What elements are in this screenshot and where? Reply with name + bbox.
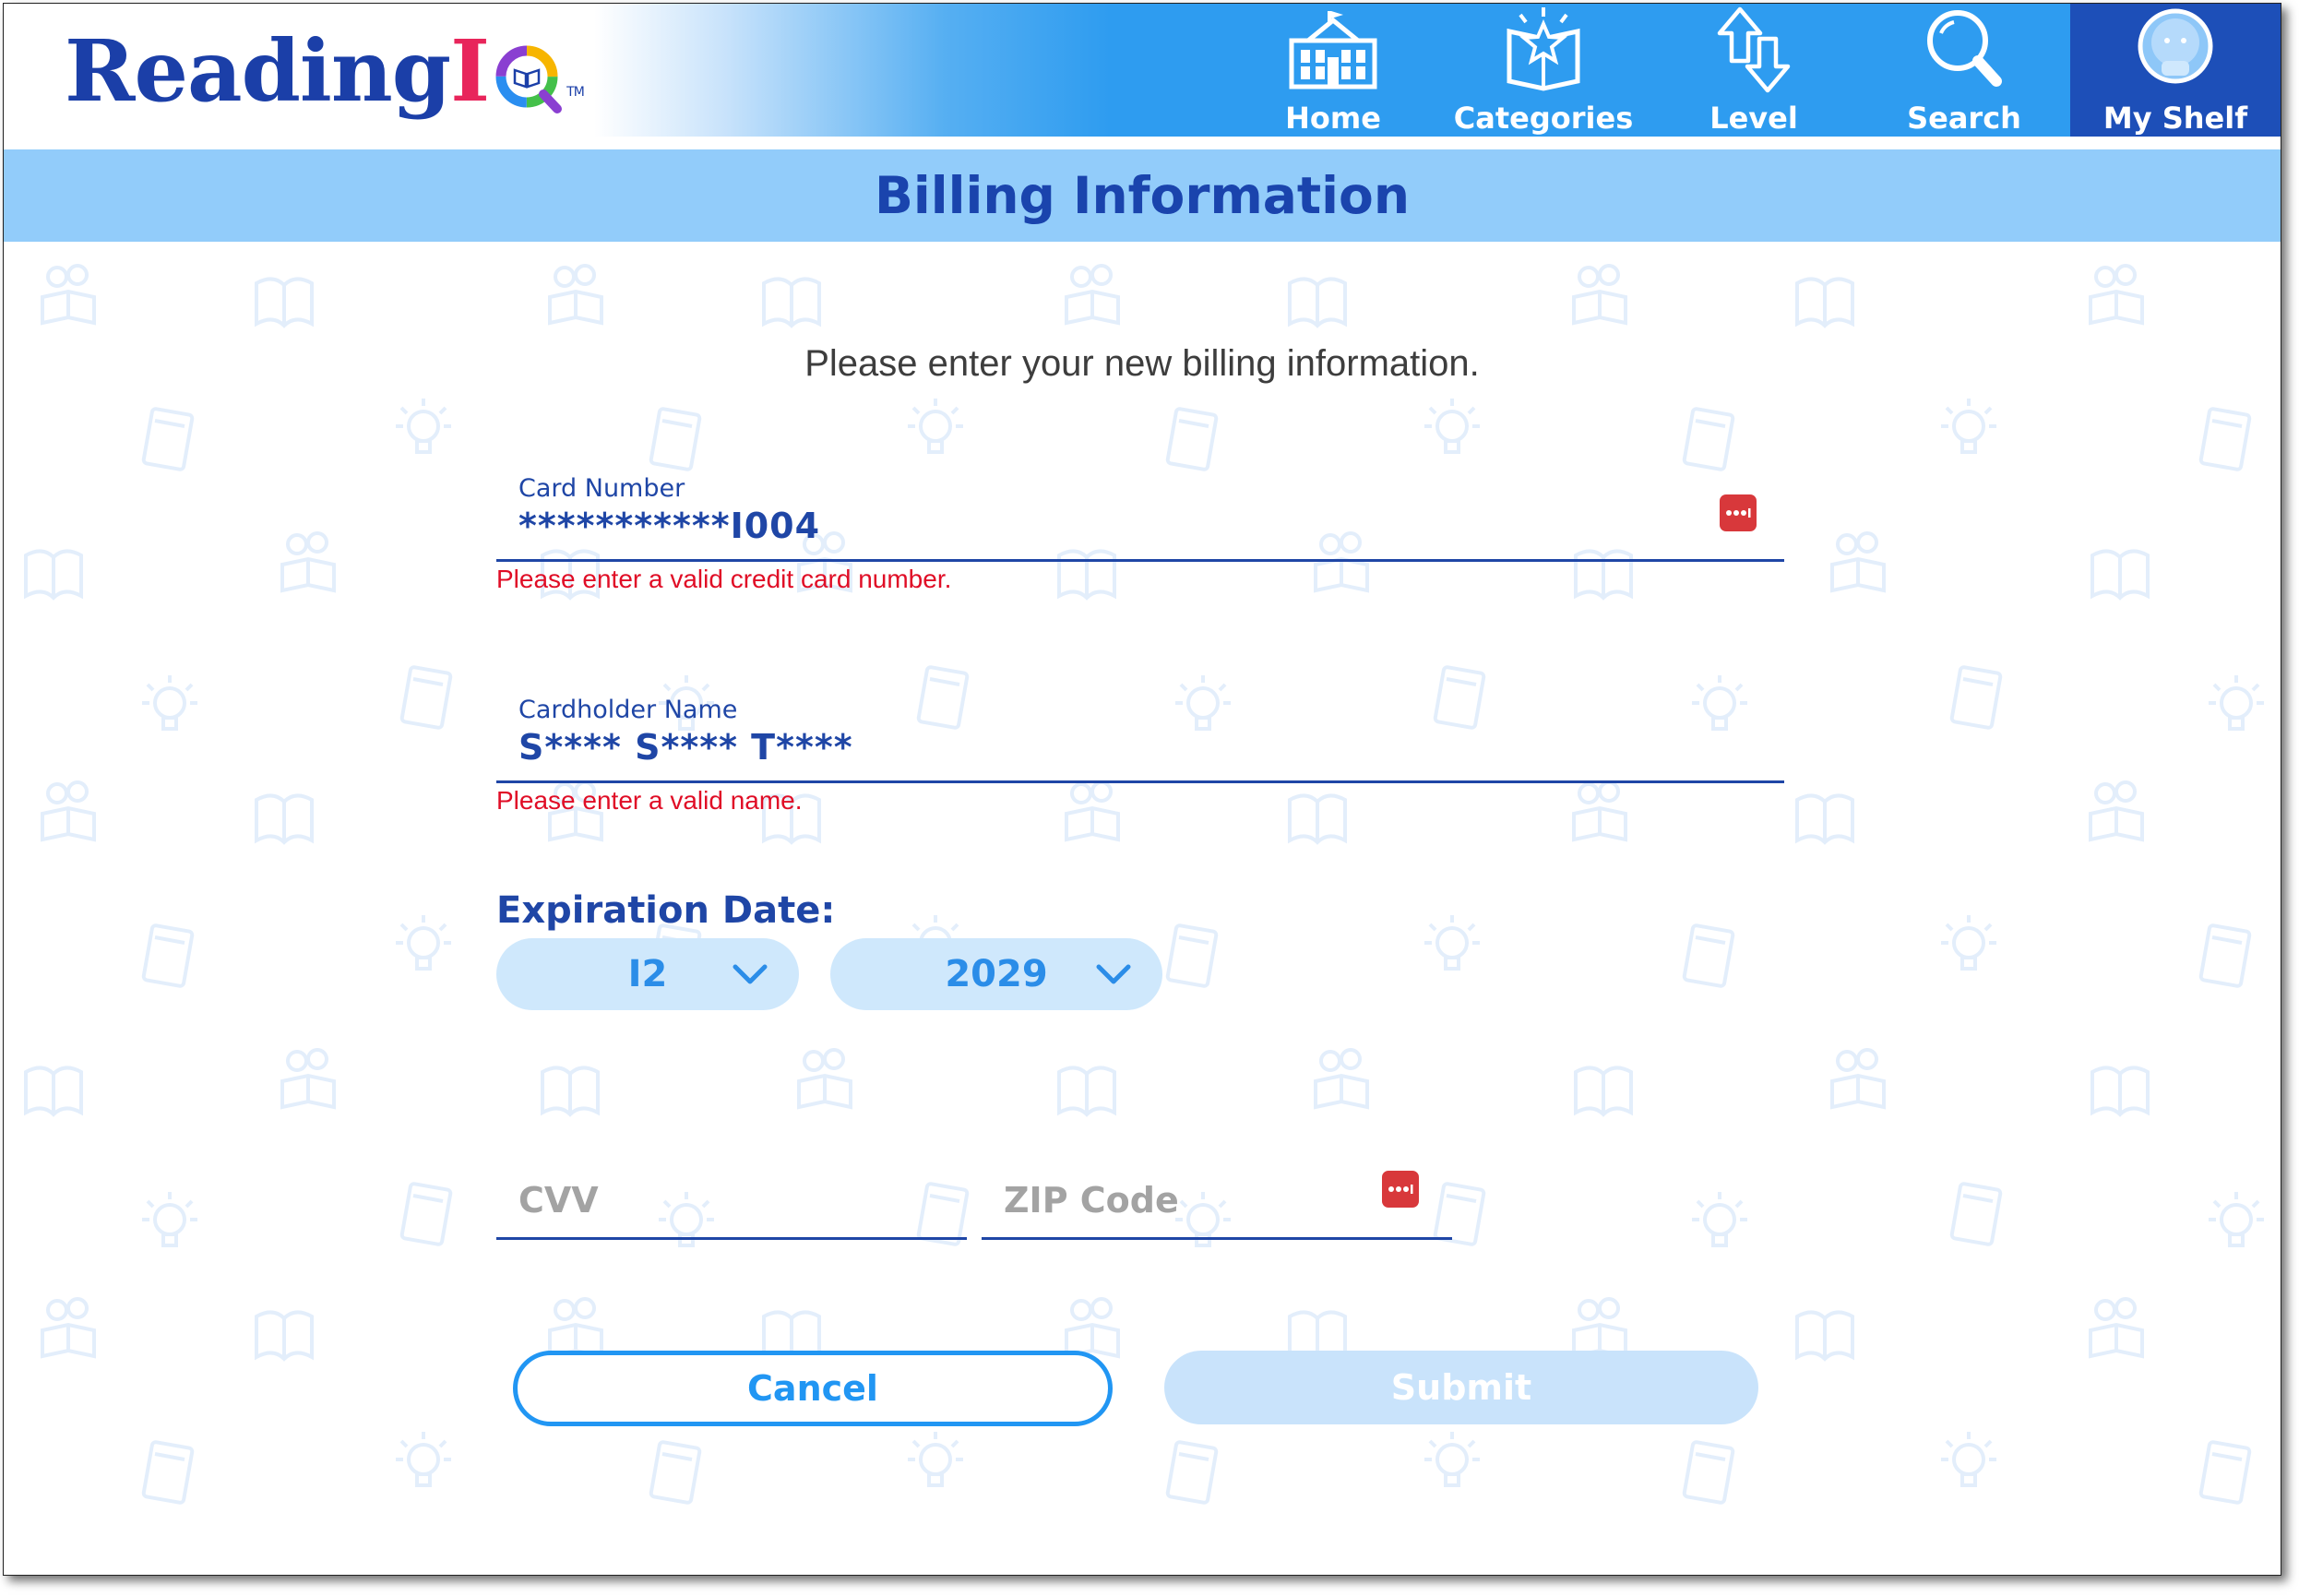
submit-button[interactable]: Submit	[1164, 1351, 1758, 1424]
magnifier-icon	[1913, 6, 2015, 99]
page-title: Billing Information	[875, 166, 1410, 225]
nav-my-shelf[interactable]: My Shelf	[2070, 4, 2281, 137]
card-number-error: Please enter a valid credit card number.	[496, 565, 952, 593]
password-manager-key-icon[interactable]	[1382, 1171, 1419, 1208]
cardholder-name-error: Please enter a valid name.	[496, 786, 803, 815]
expiration-month-select[interactable]: I2	[496, 938, 799, 1010]
logo-letter-i: I	[450, 21, 490, 121]
cardholder-name-value: S**** S**** T****	[518, 727, 853, 768]
avatar-icon	[2125, 6, 2226, 99]
chevron-down-icon	[733, 964, 768, 989]
cancel-button[interactable]: Cancel	[513, 1351, 1113, 1426]
nav-level-label: Level	[1709, 101, 1798, 136]
up-down-arrows-icon	[1703, 6, 1805, 99]
header-spacer	[4, 137, 2281, 149]
nav-level[interactable]: Level	[1649, 4, 1859, 137]
page-title-band: Billing Information	[4, 149, 2281, 242]
logo-q-ring-icon	[493, 35, 565, 113]
reading-iq-logo[interactable]: Reading I TM	[65, 20, 585, 122]
expiration-year-select[interactable]: 2029	[830, 938, 1162, 1010]
nav-categories-label: Categories	[1453, 101, 1634, 136]
password-manager-key-icon[interactable]	[1720, 494, 1757, 531]
nav-search-label: Search	[1907, 101, 2021, 136]
card-number-value: ***********I004	[518, 506, 821, 546]
logo-word-reading: Reading	[65, 21, 451, 121]
top-navigation-bar: Reading I TM Home Categories Level Searc…	[4, 4, 2281, 137]
cardholder-name-label: Cardholder Name	[518, 696, 738, 724]
cvv-placeholder: CVV	[518, 1180, 599, 1221]
star-book-icon	[1493, 6, 1594, 99]
zip-code-input[interactable]: ZIP Code	[982, 1161, 1452, 1240]
school-building-icon	[1282, 6, 1384, 99]
expiration-year-value: 2029	[945, 953, 1048, 995]
nav-home-label: Home	[1285, 101, 1381, 136]
card-number-field[interactable]: Card Number ***********I004	[496, 465, 1784, 562]
zip-code-placeholder: ZIP Code	[1004, 1180, 1179, 1221]
cardholder-name-field[interactable]: Cardholder Name S**** S**** T****	[496, 686, 1784, 783]
expiration-date-label: Expiration Date:	[496, 889, 836, 932]
trademark-mark: TM	[566, 85, 585, 100]
card-number-label: Card Number	[518, 474, 685, 503]
nav-search[interactable]: Search	[1859, 4, 2069, 137]
nav-home[interactable]: Home	[1228, 4, 1438, 137]
app-window: Reading I TM Home Categories Level Searc…	[3, 3, 2281, 1576]
cvv-input[interactable]: CVV	[496, 1161, 967, 1240]
chevron-down-icon	[1096, 964, 1131, 989]
billing-intro-text: Please enter your new billing informatio…	[804, 343, 1480, 384]
nav-my-shelf-label: My Shelf	[2102, 101, 2248, 136]
background-doodle-pattern	[24, 264, 2266, 1506]
nav-categories[interactable]: Categories	[1438, 4, 1649, 137]
expiration-month-value: I2	[627, 953, 668, 995]
